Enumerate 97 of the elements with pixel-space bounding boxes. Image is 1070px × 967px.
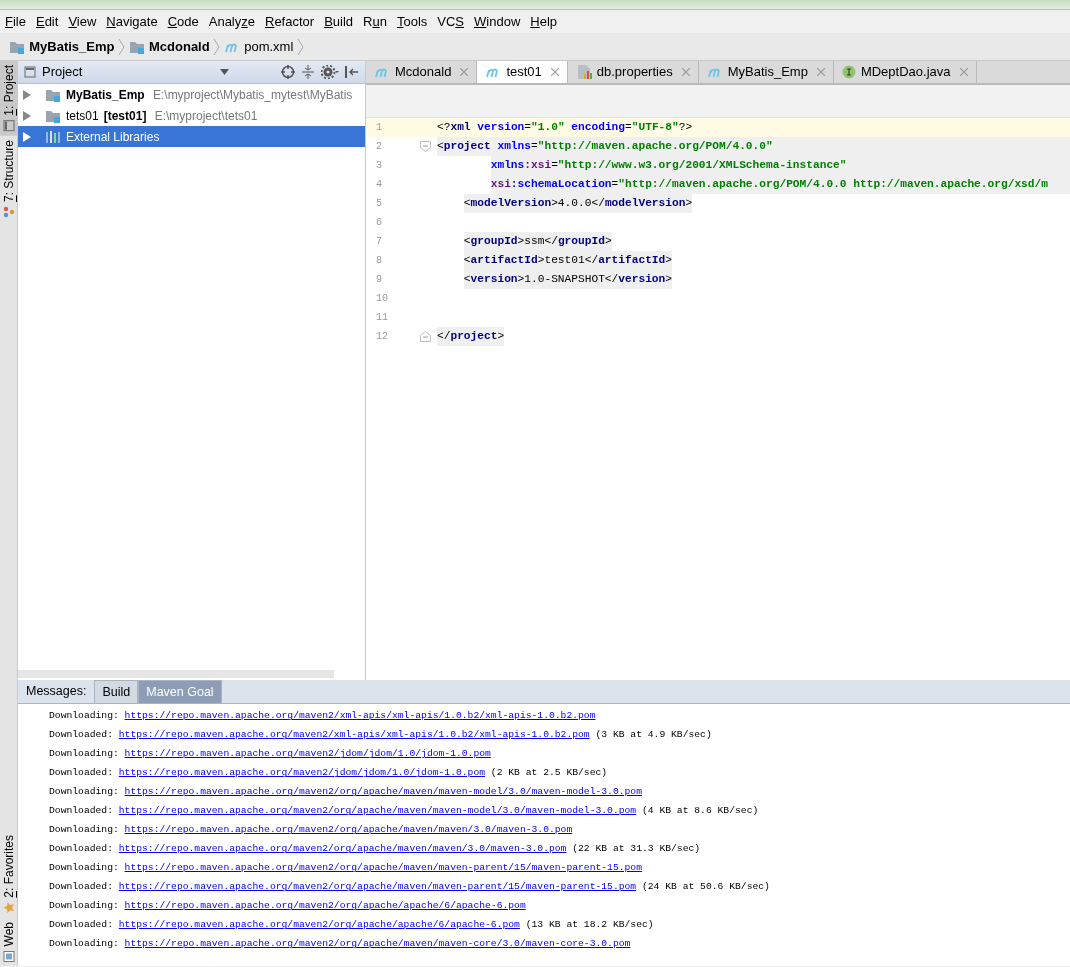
- side-tab[interactable]: 1: Project: [0, 61, 18, 136]
- close-icon[interactable]: [681, 67, 690, 76]
- menu-item[interactable]: Refactor: [260, 11, 320, 32]
- menu-item[interactable]: Code: [162, 11, 204, 32]
- line-number: 3: [376, 159, 383, 173]
- log-line: Downloaded: https://repo.maven.apache.org/maven2/org/apache/maven/maven/3.0/maven-3.0.pom (22 KB at 31.3 KB/sec): [48, 841, 702, 859]
- download-link[interactable]: https://repo.maven.apache.org/maven2/org/apache/maven/maven-model/3.0/maven-model-3.0.pom: [124, 785, 642, 800]
- line-number: 9: [376, 273, 383, 287]
- close-icon[interactable]: [460, 67, 469, 76]
- menu-item[interactable]: Edit: [30, 11, 64, 32]
- line-number: 8: [376, 254, 383, 268]
- folder-icon: [45, 87, 61, 102]
- tree-item[interactable]: External Libraries: [18, 126, 365, 147]
- close-icon[interactable]: [959, 67, 968, 76]
- download-link[interactable]: https://repo.maven.apache.org/maven2/org/apache/maven/maven/3.0/maven-3.0.pom: [124, 823, 573, 838]
- folder-icon: [129, 39, 145, 54]
- download-link[interactable]: https://repo.maven.apache.org/maven2/org/apache/maven/maven/3.0/maven-3.0.pom: [118, 842, 567, 857]
- line-number: 5: [376, 197, 383, 211]
- breadcrumb-item[interactable]: MyBatis_Emp: [6, 36, 118, 57]
- hide-panel-icon: [345, 65, 359, 79]
- download-link[interactable]: https://repo.maven.apache.org/maven2/jdom/jdom/1.0/jdom-1.0.pom: [118, 766, 485, 781]
- tree-item[interactable]: tets01 [test01] E:\myproject\tets01: [18, 105, 365, 126]
- side-tab[interactable]: Web: [0, 917, 18, 966]
- log-line: Downloaded: https://repo.maven.apache.org/maven2/jdom/jdom/1.0/jdom-1.0.pom (2 KB at 2.5 KB/sec): [48, 765, 609, 783]
- download-link[interactable]: https://repo.maven.apache.org/maven2/org/apache/maven/maven-parent/15/maven-parent-15.pom: [118, 880, 637, 895]
- log-line: Downloaded: https://repo.maven.apache.org/maven2/org/apache/maven/maven-model/3.0/maven-model-3.0.pom (4 KB at 8.6 KB/sec): [48, 803, 760, 821]
- window-icon: [24, 66, 36, 78]
- collapsed-arrow-icon: [22, 131, 32, 142]
- breadcrumb-item[interactable]: pom.xml: [220, 36, 297, 57]
- crosshair-icon: [281, 65, 295, 79]
- menu-item[interactable]: File: [0, 11, 31, 32]
- line-number: 10: [376, 292, 389, 306]
- line-number: 12: [376, 330, 389, 344]
- collapsed-arrow-icon: [22, 89, 32, 100]
- line-number: 6: [376, 216, 383, 230]
- log-line: Downloading: https://repo.maven.apache.org/maven2/org/apache/maven/maven-parent/15/maven-parent-15.pom: [48, 860, 643, 878]
- messages-tab[interactable]: Build: [94, 680, 139, 703]
- log-line: Downloaded: https://repo.maven.apache.org/maven2/xml-apis/xml-apis/1.0.b2/xml-apis-1.0.b2.pom (3 KB at 4.9 KB/sec): [48, 727, 713, 745]
- log-line: Downloading: https://repo.maven.apache.org/maven2/org/apache/maven/maven-model/3.0/maven-model-3.0.pom: [48, 784, 643, 802]
- chevron-icon: [117, 37, 126, 56]
- window-icon: [3, 119, 15, 132]
- download-link[interactable]: https://repo.maven.apache.org/maven2/org/apache/apache/6/apache-6.pom: [124, 899, 526, 914]
- download-link[interactable]: https://repo.maven.apache.org/maven2/org/apache/maven/maven-parent/15/maven-parent-15.pom: [124, 861, 642, 876]
- panel-title[interactable]: Project: [42, 62, 83, 82]
- panel-label: Messages:: [25, 683, 88, 701]
- menu-item[interactable]: Tools: [391, 11, 433, 32]
- dropdown-caret-icon: [220, 69, 229, 75]
- log-line: Downloading: https://repo.maven.apache.org/maven2/org/apache/maven/maven-core/3.0/maven-core-3.0.pom: [48, 936, 632, 954]
- download-link[interactable]: https://repo.maven.apache.org/maven2/org/apache/apache/6/apache-6.pom: [118, 918, 520, 933]
- library-icon: [45, 129, 61, 144]
- breadcrumb-item[interactable]: Mcdonald: [125, 36, 213, 57]
- menu-item[interactable]: VCS: [432, 11, 469, 32]
- download-link[interactable]: https://repo.maven.apache.org/maven2/xml-apis/xml-apis/1.0.b2/xml-apis-1.0.b2.pom: [124, 709, 596, 724]
- download-link[interactable]: https://repo.maven.apache.org/maven2/jdom/jdom/1.0/jdom-1.0.pom: [124, 747, 491, 762]
- log-line: Downloading: https://repo.maven.apache.org/maven2/org/apache/apache/6/apache-6.pom: [48, 898, 527, 916]
- fold-marker-icon[interactable]: [420, 141, 431, 152]
- log-line: Downloading: https://repo.maven.apache.org/maven2/xml-apis/xml-apis/1.0.b2/xml-apis-1.0.b2.pom: [48, 708, 597, 726]
- menu-item[interactable]: Run: [358, 11, 392, 32]
- interface-icon: [841, 64, 856, 79]
- folder-icon: [45, 108, 61, 123]
- properties-file-icon: [575, 63, 592, 80]
- log-line: Downloading: https://repo.maven.apache.org/maven2/jdom/jdom/1.0/jdom-1.0.pom: [48, 746, 492, 764]
- scrollbar[interactable]: [18, 670, 334, 678]
- line-number: 1: [376, 121, 383, 135]
- line-number: 11: [376, 311, 389, 325]
- menu-item[interactable]: Window: [469, 11, 526, 32]
- menu-item[interactable]: Build: [319, 11, 359, 32]
- menu-item[interactable]: Help: [525, 11, 562, 32]
- web-icon: [3, 950, 15, 962]
- chevron-icon: [296, 37, 305, 56]
- menu-item[interactable]: View: [63, 11, 102, 32]
- download-link[interactable]: https://repo.maven.apache.org/maven2/org/apache/maven/maven-model/3.0/maven-model-3.0.pom: [118, 804, 637, 819]
- download-link[interactable]: https://repo.maven.apache.org/maven2/org/apache/maven/maven-core/3.0/maven-core-3.0.pom: [124, 937, 631, 952]
- close-icon[interactable]: [550, 67, 559, 76]
- structure-icon: [3, 205, 15, 218]
- editor-tab[interactable]: test01: [477, 61, 568, 83]
- line-number: 4: [376, 178, 383, 192]
- menu-item[interactable]: Navigate: [101, 11, 163, 32]
- fold-marker-icon[interactable]: [420, 331, 431, 342]
- line-number: 7: [376, 235, 383, 249]
- line-number: 2: [376, 140, 383, 154]
- collapsed-arrow-icon: [22, 110, 32, 121]
- log-line: Downloading: https://repo.maven.apache.org/maven2/org/apache/maven/maven/3.0/maven-3.0.pom: [48, 822, 574, 840]
- side-tab[interactable]: 2: Favorites: [0, 830, 18, 918]
- log-line: Downloaded: https://repo.maven.apache.org/maven2/org/apache/maven/maven-parent/15/maven-parent-15.pom (24 KB at 50.6 KB/sec): [48, 879, 771, 897]
- log-line: Downloaded: https://repo.maven.apache.org/maven2/org/apache/apache/6/apache-6.pom (13 KB at 18.2 KB/sec): [48, 917, 655, 935]
- download-link[interactable]: https://repo.maven.apache.org/maven2/xml-apis/xml-apis/1.0.b2/xml-apis-1.0.b2.pom: [118, 728, 590, 743]
- gear-icon: [321, 65, 339, 79]
- collapse-all-icon: [301, 65, 315, 79]
- star-icon: [3, 901, 15, 914]
- folder-icon: [9, 39, 26, 54]
- chevron-icon: [212, 37, 221, 56]
- menu-item[interactable]: Analyze: [203, 11, 260, 32]
- side-tab[interactable]: 7: Structure: [0, 135, 18, 222]
- close-icon[interactable]: [816, 67, 825, 76]
- code-line: <?xml version="1.0" encoding="UTF-8"?>: [437, 120, 694, 136]
- tree-item[interactable]: MyBatis_Emp E:\myproject\Mybatis_mytest\MyBatis: [18, 84, 365, 105]
